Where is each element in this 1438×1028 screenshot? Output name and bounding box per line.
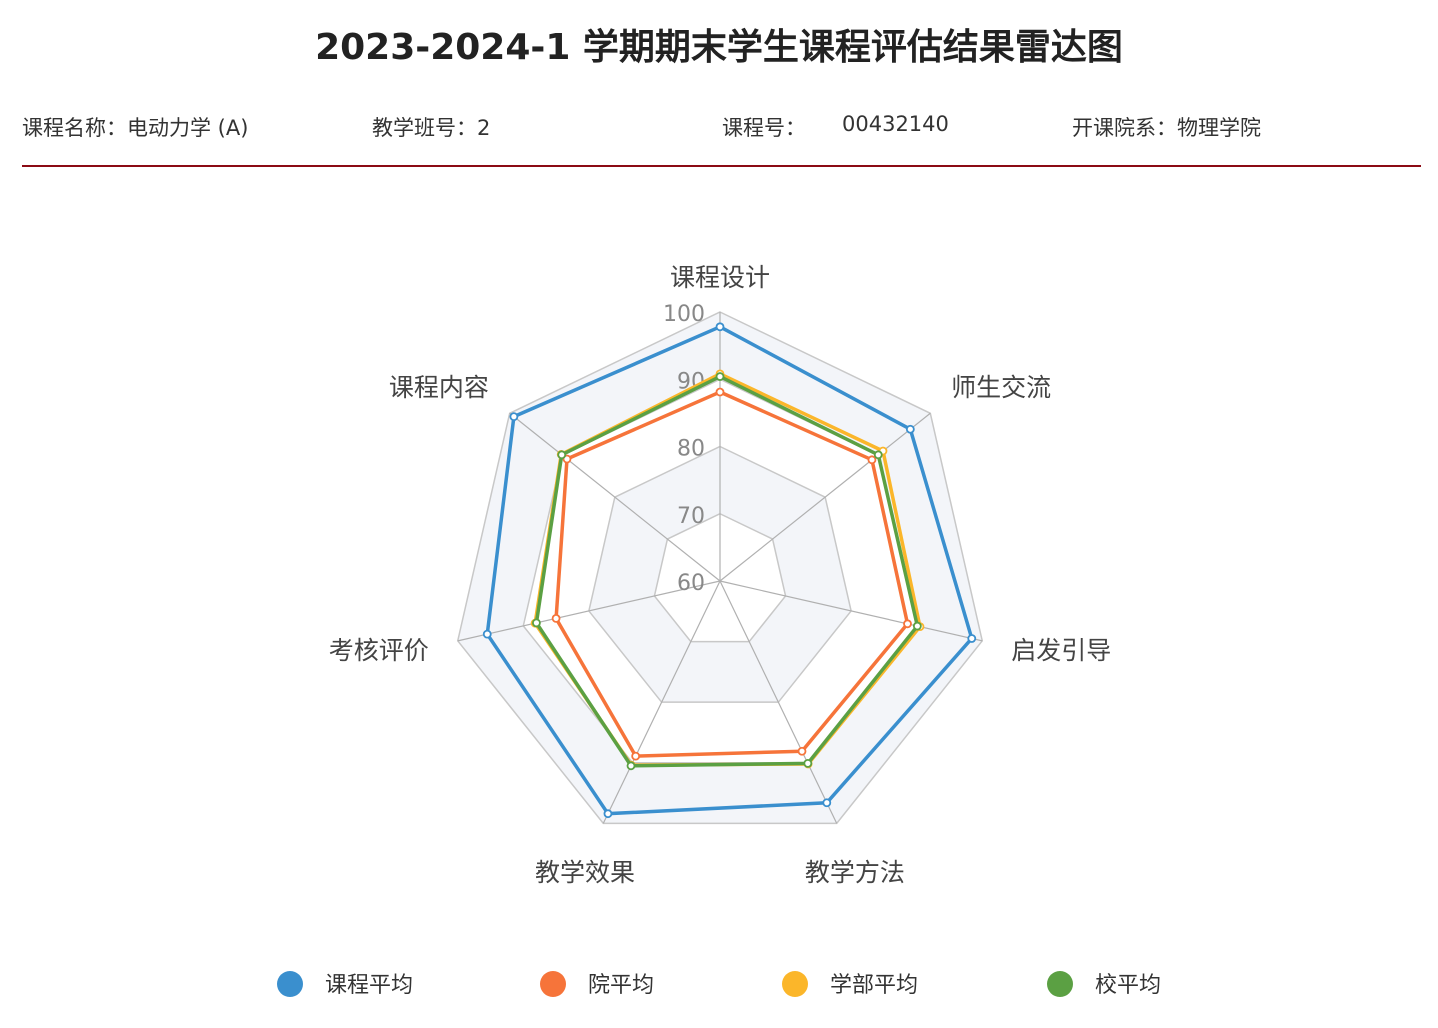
data-point (903, 619, 912, 629)
axis-label: 启发引导 (1011, 636, 1111, 665)
data-point (715, 322, 725, 332)
data-point (822, 798, 832, 808)
data-point (603, 809, 613, 819)
tick-label: 60 (677, 571, 705, 596)
legend-label[interactable]: 院平均 (588, 973, 654, 998)
axis-label: 教学方法 (805, 858, 905, 887)
data-point (551, 614, 561, 623)
axis-label: 课程设计 (670, 263, 770, 292)
data-point (509, 412, 519, 422)
data-point (631, 751, 641, 761)
tick-label: 70 (677, 504, 705, 529)
data-point (912, 621, 922, 631)
data-point (557, 450, 567, 460)
legend-marker[interactable] (277, 971, 303, 997)
axis-label: 教学效果 (535, 858, 635, 887)
data-point (867, 455, 877, 465)
tick-label: 80 (677, 437, 705, 462)
data-point (532, 618, 541, 628)
data-point (873, 450, 883, 460)
radar-chart: 课程设计师生交流启发引导教学方法教学效果考核评价课程内容60708090100课… (277, 263, 1161, 998)
data-point (967, 634, 977, 643)
data-point (482, 629, 492, 639)
axis-label: 考核评价 (329, 636, 429, 665)
legend-label[interactable]: 课程平均 (325, 973, 413, 998)
data-point (715, 387, 725, 397)
legend-marker[interactable] (1047, 971, 1073, 997)
axis-label: 课程内容 (389, 373, 489, 402)
data-point (803, 758, 813, 768)
axis-label: 师生交流 (951, 373, 1051, 402)
legend-marker[interactable] (782, 971, 808, 997)
data-point (905, 424, 915, 434)
tick-label: 100 (663, 302, 705, 327)
legend-label[interactable]: 校平均 (1095, 973, 1161, 998)
data-point (797, 746, 807, 756)
data-point (715, 372, 725, 381)
legend-label[interactable]: 学部平均 (830, 973, 918, 998)
legend-marker[interactable] (540, 971, 566, 997)
data-point (626, 761, 636, 771)
